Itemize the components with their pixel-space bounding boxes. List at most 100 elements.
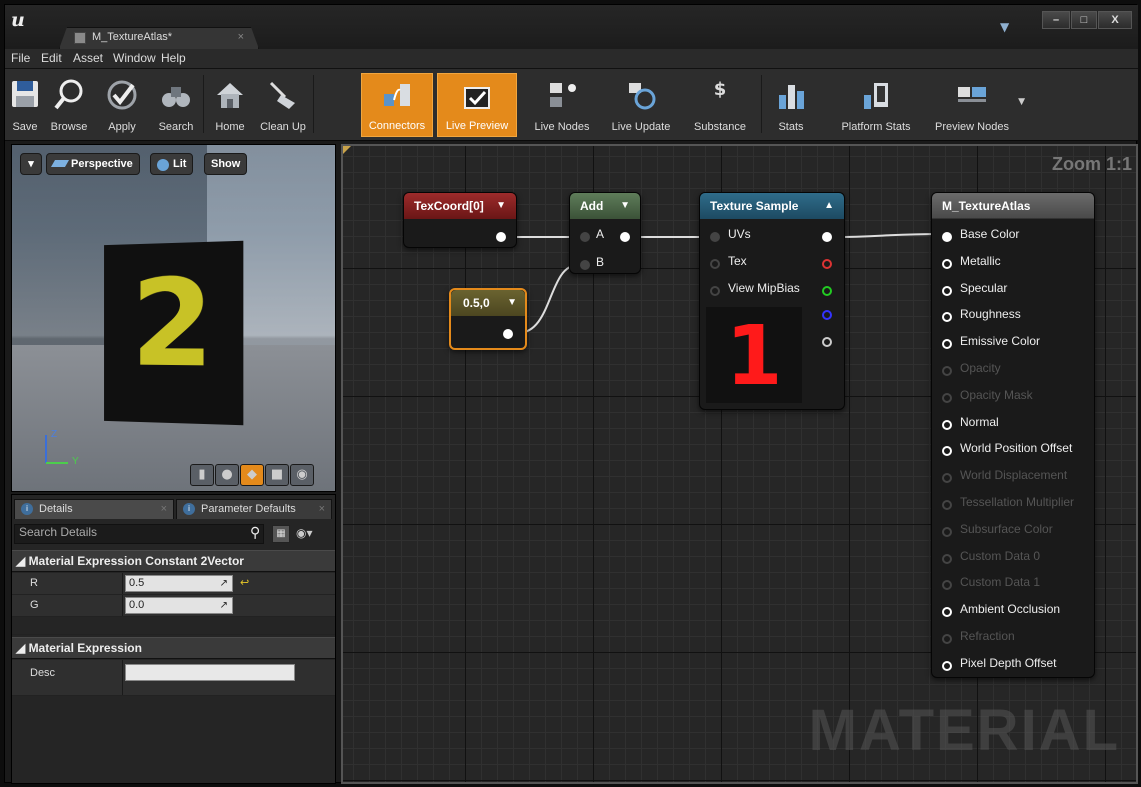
cylinder-icon[interactable]: ▮ bbox=[190, 464, 214, 486]
platform-stats-button[interactable]: Platform Stats bbox=[829, 73, 923, 137]
collapse-arrow-icon[interactable]: ▼ bbox=[507, 290, 517, 316]
sphere-icon[interactable]: ● bbox=[215, 464, 239, 486]
b-output-pin[interactable] bbox=[822, 310, 832, 320]
add-output-pin[interactable] bbox=[620, 232, 630, 242]
viewport-options-dropdown[interactable]: ▾ bbox=[20, 153, 42, 175]
result-input-pin[interactable] bbox=[942, 660, 952, 671]
constant-output-pin[interactable] bbox=[503, 329, 513, 339]
result-input-pin[interactable] bbox=[942, 634, 952, 644]
collapse-arrow-icon: ◢ bbox=[16, 641, 29, 655]
collapse-arrow-icon[interactable]: ▲ bbox=[824, 193, 834, 219]
menu-window[interactable]: Window bbox=[113, 51, 156, 65]
add-node[interactable]: Add ▼ A B bbox=[569, 192, 641, 274]
close-button[interactable]: X bbox=[1098, 11, 1132, 29]
r-value-field[interactable]: 0.5 ↗ bbox=[125, 575, 233, 592]
result-input-pin[interactable] bbox=[942, 258, 952, 269]
show-button[interactable]: Show bbox=[204, 153, 248, 175]
substance-button[interactable]: $ Substance bbox=[685, 73, 755, 137]
result-input-pin[interactable] bbox=[942, 392, 952, 403]
document-tab[interactable]: M_TextureAtlas* × bbox=[59, 27, 259, 49]
texture-sample-node[interactable]: Texture Sample ▲ UVs Tex View MipBias 1 bbox=[699, 192, 845, 410]
unreal-logo-icon[interactable]: u bbox=[11, 9, 25, 31]
details-search-row: Search Details ⚲ ▦ ◉▾ bbox=[14, 522, 334, 546]
result-input-pin[interactable] bbox=[942, 553, 952, 564]
plane-icon[interactable]: ◆ bbox=[240, 464, 264, 486]
tab-details[interactable]: i Details × bbox=[14, 499, 174, 519]
result-input-pin[interactable] bbox=[942, 580, 952, 591]
home-button[interactable]: Home bbox=[207, 73, 253, 137]
result-input-pin[interactable] bbox=[942, 607, 952, 618]
menu-help[interactable]: Help bbox=[161, 51, 186, 65]
chevron-down-icon[interactable]: ▼ bbox=[1018, 97, 1025, 107]
clean-up-button[interactable]: Clean Up bbox=[255, 73, 311, 137]
teapot-icon[interactable]: ◉ bbox=[290, 464, 314, 486]
grid-view-icon[interactable]: ▦ bbox=[272, 525, 290, 543]
drag-arrow-icon[interactable]: ↗ bbox=[220, 576, 228, 591]
preview-viewport[interactable]: ▾ Perspective Lit Show 2 Z Y ▮ ● ◆ ■ ◉ bbox=[11, 144, 336, 492]
search-icon[interactable]: ⚲ bbox=[250, 525, 260, 541]
texcoord-node[interactable]: TexCoord[0] ▼ bbox=[403, 192, 517, 248]
result-input-pin[interactable] bbox=[942, 446, 952, 457]
result-input-pin[interactable] bbox=[942, 339, 952, 350]
tab-parameter-defaults[interactable]: i Parameter Defaults × bbox=[176, 499, 332, 519]
tab-close-icon[interactable]: × bbox=[238, 31, 244, 43]
save-button[interactable]: Save bbox=[7, 73, 43, 137]
texture-preview: 1 bbox=[706, 307, 802, 404]
result-input-pin[interactable] bbox=[942, 312, 952, 323]
minimize-button[interactable]: – bbox=[1042, 11, 1070, 29]
add-input-a-pin[interactable] bbox=[580, 232, 590, 242]
add-input-b-pin[interactable] bbox=[580, 260, 590, 270]
collapse-arrow-icon: ◢ bbox=[16, 554, 29, 568]
cube-icon[interactable]: ■ bbox=[265, 464, 289, 486]
uvs-input-pin[interactable] bbox=[710, 232, 720, 242]
a-output-pin[interactable] bbox=[822, 337, 832, 347]
stats-button[interactable]: Stats bbox=[769, 73, 813, 137]
g-value-field[interactable]: 0.0 ↗ bbox=[125, 597, 233, 614]
section-material-expression[interactable]: ◢ Material Expression bbox=[12, 637, 335, 659]
live-nodes-button[interactable]: Live Nodes bbox=[527, 73, 597, 137]
search-button[interactable]: Search bbox=[151, 73, 201, 137]
material-result-node[interactable]: M_TextureAtlas Base Color Metallic Specula… bbox=[931, 192, 1095, 678]
collapse-arrow-icon[interactable]: ▼ bbox=[620, 193, 630, 219]
lit-button[interactable]: Lit bbox=[150, 153, 194, 175]
texcoord-output-pin[interactable] bbox=[496, 232, 506, 242]
connectors-button[interactable]: Connectors bbox=[361, 73, 433, 137]
browse-button[interactable]: Browse bbox=[45, 73, 93, 137]
perspective-button[interactable]: Perspective bbox=[46, 153, 140, 175]
maximize-button[interactable]: □ bbox=[1071, 11, 1097, 29]
drag-arrow-icon[interactable]: ↗ bbox=[220, 598, 228, 613]
toolbar-separator bbox=[313, 75, 314, 133]
live-preview-button[interactable]: Live Preview bbox=[437, 73, 517, 137]
desc-field[interactable] bbox=[125, 664, 295, 681]
menu-asset[interactable]: Asset bbox=[73, 51, 103, 65]
tex-label: Tex bbox=[728, 254, 747, 268]
menu-edit[interactable]: Edit bbox=[41, 51, 62, 65]
collapse-arrow-icon[interactable]: ▼ bbox=[496, 193, 506, 219]
r-output-pin[interactable] bbox=[822, 259, 832, 269]
tex-input-pin[interactable] bbox=[710, 259, 720, 269]
live-update-button[interactable]: Live Update bbox=[601, 73, 681, 137]
g-output-pin[interactable] bbox=[822, 286, 832, 296]
result-input-pin[interactable] bbox=[942, 232, 952, 242]
result-input-pin[interactable] bbox=[942, 526, 952, 537]
result-pin-label: Metallic bbox=[960, 253, 1001, 268]
section-constant-2vector[interactable]: ◢ Material Expression Constant 2Vector bbox=[12, 550, 335, 572]
material-graph[interactable]: Zoom 1:1 MATERIAL TexCoord[0] ▼ Add ▼ A B bbox=[341, 144, 1138, 784]
eye-icon[interactable]: ◉▾ bbox=[296, 526, 313, 540]
reset-to-default-icon[interactable]: ↩ bbox=[240, 576, 249, 589]
mipbias-input-pin[interactable] bbox=[710, 286, 720, 296]
menu-file[interactable]: File bbox=[11, 51, 30, 65]
rgb-output-pin[interactable] bbox=[822, 232, 832, 242]
result-input-pin[interactable] bbox=[942, 419, 952, 430]
result-input-pin[interactable] bbox=[942, 473, 952, 484]
result-input-pin[interactable] bbox=[942, 500, 952, 510]
close-icon[interactable]: × bbox=[161, 500, 167, 518]
result-input-pin[interactable] bbox=[942, 285, 952, 296]
apply-button[interactable]: Apply bbox=[97, 73, 147, 137]
preview-nodes-button[interactable]: ▼ Preview Nodes bbox=[925, 73, 1031, 137]
search-details-input[interactable]: Search Details bbox=[14, 524, 264, 544]
close-icon[interactable]: × bbox=[319, 500, 325, 518]
result-input-pin[interactable] bbox=[942, 366, 952, 376]
graduation-cap-icon[interactable]: ▼ bbox=[1000, 20, 1014, 34]
constant-2vector-node[interactable]: 0.5,0 ▼ bbox=[449, 288, 527, 350]
